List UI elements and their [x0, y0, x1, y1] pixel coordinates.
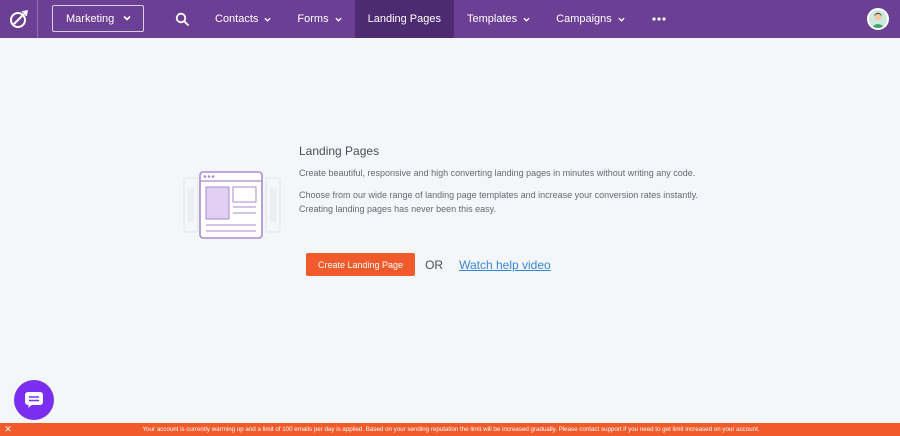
nav-campaigns[interactable]: Campaigns — [543, 0, 638, 38]
nav-label: Campaigns — [556, 13, 612, 25]
create-landing-page-button[interactable]: Create Landing Page — [306, 253, 416, 276]
search-icon[interactable] — [175, 12, 189, 26]
workspace-select-value: Marketing — [66, 12, 115, 25]
chevron-down-icon — [523, 17, 530, 22]
description-text: Create beautiful, responsive and high co… — [299, 168, 696, 178]
nav-label: Templates — [467, 13, 518, 25]
nav-contacts[interactable]: Contacts — [202, 0, 284, 38]
close-icon[interactable]: ✕ — [0, 424, 16, 435]
empty-state-actions: Create Landing Page OR Watch help video — [306, 253, 551, 276]
main-nav: Contacts Forms Landing Pages Templates C… — [202, 0, 680, 38]
chevron-down-icon — [334, 17, 342, 22]
top-navigation-bar: Marketing Contacts Forms Landing Pages T… — [0, 0, 900, 38]
nav-label: Landing Pages — [367, 13, 441, 25]
empty-state-content: Landing Pages Create beautiful, responsi… — [299, 144, 709, 224]
description-text: Choose from our wide range of landing pa… — [299, 190, 699, 214]
chevron-down-icon — [618, 17, 625, 22]
nav-templates[interactable]: Templates — [454, 0, 543, 38]
chevron-down-icon — [264, 17, 272, 22]
chevron-down-icon — [123, 15, 131, 21]
nav-landing-pages[interactable]: Landing Pages — [354, 0, 454, 38]
warning-text: Your account is currently warming up and… — [142, 426, 760, 433]
workspace-select[interactable]: Marketing — [52, 5, 144, 32]
landing-page-illustration — [183, 171, 281, 239]
page-title: Landing Pages — [299, 144, 380, 158]
chat-bubble-icon[interactable] — [14, 380, 54, 420]
account-warning-bar: ✕ Your account is currently warming up a… — [0, 423, 900, 436]
or-separator: OR — [425, 257, 444, 272]
watch-help-video-link[interactable]: Watch help video — [459, 258, 551, 272]
more-horizontal-icon[interactable] — [638, 0, 680, 38]
user-avatar[interactable] — [867, 8, 889, 30]
brand-logo-icon[interactable] — [0, 0, 38, 38]
nav-forms[interactable]: Forms — [284, 0, 354, 38]
nav-label: Forms — [297, 13, 329, 25]
nav-label: Contacts — [215, 13, 259, 25]
